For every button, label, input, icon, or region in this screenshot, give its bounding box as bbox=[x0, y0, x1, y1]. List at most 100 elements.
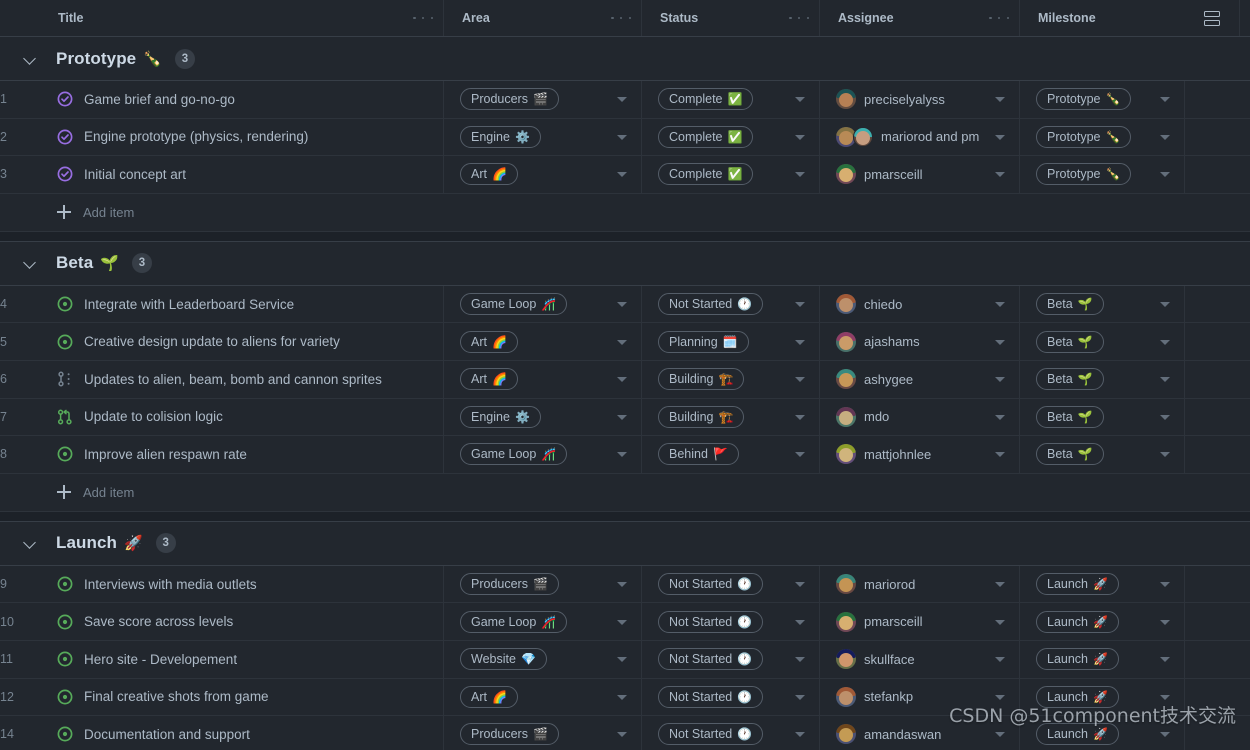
milestone-pill[interactable]: Launch 🚀 bbox=[1036, 610, 1119, 633]
status-pill[interactable]: Not Started 🕐 bbox=[658, 293, 764, 316]
assignee-cell[interactable]: pmarsceill bbox=[820, 603, 1020, 640]
status-cell[interactable]: Complete ✅ bbox=[642, 81, 820, 118]
status-pill[interactable]: Complete ✅ bbox=[658, 163, 754, 186]
milestone-dropdown-caret[interactable] bbox=[1160, 414, 1170, 420]
status-pill[interactable]: Not Started 🕐 bbox=[658, 685, 764, 708]
area-cell[interactable]: Producers 🎬 bbox=[444, 81, 642, 118]
status-dropdown-caret[interactable] bbox=[795, 172, 805, 178]
status-dropdown-caret[interactable] bbox=[795, 97, 805, 103]
milestone-pill[interactable]: Beta 🌱 bbox=[1036, 405, 1104, 428]
status-dropdown-caret[interactable] bbox=[795, 619, 805, 625]
assignee-cell[interactable]: skullface bbox=[820, 640, 1020, 678]
area-cell[interactable]: Engine ⚙️ bbox=[444, 398, 642, 436]
milestone-cell[interactable]: Beta 🌱 bbox=[1020, 323, 1185, 360]
status-pill[interactable]: Not Started 🕐 bbox=[658, 723, 764, 746]
milestone-pill[interactable]: Launch 🚀 bbox=[1036, 685, 1119, 708]
area-dropdown-caret[interactable] bbox=[617, 619, 627, 625]
title-cell[interactable]: 5 Creative design update to aliens for v… bbox=[0, 323, 444, 360]
area-cell[interactable]: Game Loop 🎢 bbox=[444, 603, 642, 640]
table-row[interactable]: 6 Updates to alien, beam, bomb and canno… bbox=[0, 360, 1250, 399]
milestone-pill[interactable]: Launch 🚀 bbox=[1036, 573, 1119, 596]
status-dropdown-caret[interactable] bbox=[795, 452, 805, 458]
title-cell[interactable]: 14 Documentation and support bbox=[0, 716, 444, 750]
area-cell[interactable]: Game Loop 🎢 bbox=[444, 285, 642, 323]
status-dropdown-caret[interactable] bbox=[795, 732, 805, 738]
table-row[interactable]: 12 Final creative shots from game Art 🌈 … bbox=[0, 678, 1250, 717]
assignee-dropdown-caret[interactable] bbox=[995, 619, 1005, 625]
assignee-cell[interactable]: chiedo bbox=[820, 285, 1020, 323]
milestone-dropdown-caret[interactable] bbox=[1160, 97, 1170, 103]
milestone-cell[interactable]: Prototype 🍾 bbox=[1020, 81, 1185, 118]
assignee-dropdown-caret[interactable] bbox=[995, 657, 1005, 663]
status-pill[interactable]: Building 🏗️ bbox=[658, 368, 745, 391]
assignee-cell[interactable]: ashygee bbox=[820, 360, 1020, 398]
status-dropdown-caret[interactable] bbox=[795, 414, 805, 420]
assignee-dropdown-caret[interactable] bbox=[995, 582, 1005, 588]
title-cell[interactable]: 1 Game brief and go-no-go bbox=[0, 81, 444, 118]
assignee-dropdown-caret[interactable] bbox=[995, 377, 1005, 383]
table-row[interactable]: 2 Engine prototype (physics, rendering) … bbox=[0, 118, 1250, 157]
column-menu-icon-area[interactable] bbox=[611, 10, 631, 26]
area-cell[interactable]: Website 💎 bbox=[444, 640, 642, 678]
milestone-cell[interactable]: Launch 🚀 bbox=[1020, 678, 1185, 716]
status-cell[interactable]: Behind 🚩 bbox=[642, 436, 820, 473]
assignee-cell[interactable]: preciselyalyss bbox=[820, 81, 1020, 118]
area-cell[interactable]: Producers 🎬 bbox=[444, 716, 642, 750]
title-cell[interactable]: 3 Initial concept art bbox=[0, 156, 444, 193]
assignee-cell[interactable]: ajashams bbox=[820, 323, 1020, 360]
area-dropdown-caret[interactable] bbox=[617, 172, 627, 178]
area-pill[interactable]: Art 🌈 bbox=[460, 368, 518, 391]
milestone-pill[interactable]: Prototype 🍾 bbox=[1036, 125, 1132, 148]
area-pill[interactable]: Website 💎 bbox=[460, 648, 547, 671]
milestone-dropdown-caret[interactable] bbox=[1160, 134, 1170, 140]
milestone-cell[interactable]: Prototype 🍾 bbox=[1020, 118, 1185, 156]
chevron-down-icon[interactable] bbox=[20, 253, 40, 273]
milestone-cell[interactable]: Launch 🚀 bbox=[1020, 716, 1185, 750]
table-row[interactable]: 14 Documentation and support Producers 🎬… bbox=[0, 716, 1250, 750]
assignee-dropdown-caret[interactable] bbox=[995, 694, 1005, 700]
area-pill[interactable]: Producers 🎬 bbox=[460, 723, 559, 746]
assignee-cell[interactable]: amandaswan bbox=[820, 716, 1020, 750]
milestone-dropdown-caret[interactable] bbox=[1160, 377, 1170, 383]
table-row[interactable]: 1 Game brief and go-no-go Producers 🎬 Co… bbox=[0, 81, 1250, 119]
area-pill[interactable]: Art 🌈 bbox=[460, 685, 518, 708]
milestone-pill[interactable]: Prototype 🍾 bbox=[1036, 163, 1132, 186]
milestone-cell[interactable]: Launch 🚀 bbox=[1020, 565, 1185, 603]
status-cell[interactable]: Not Started 🕐 bbox=[642, 640, 820, 678]
status-cell[interactable]: Not Started 🕐 bbox=[642, 285, 820, 323]
status-cell[interactable]: Complete ✅ bbox=[642, 156, 820, 193]
assignee-cell[interactable]: pmarsceill bbox=[820, 156, 1020, 193]
milestone-pill[interactable]: Beta 🌱 bbox=[1036, 368, 1104, 391]
status-cell[interactable]: Planning 🗓️ bbox=[642, 323, 820, 360]
milestone-pill[interactable]: Beta 🌱 bbox=[1036, 293, 1104, 316]
group-header-beta[interactable]: Beta 🌱 3 bbox=[0, 241, 1250, 286]
status-cell[interactable]: Not Started 🕐 bbox=[642, 716, 820, 750]
group-header-prototype[interactable]: Prototype 🍾 3 bbox=[0, 37, 1250, 81]
status-cell[interactable]: Not Started 🕐 bbox=[642, 565, 820, 603]
table-row[interactable]: 5 Creative design update to aliens for v… bbox=[0, 323, 1250, 361]
chevron-down-icon[interactable] bbox=[20, 533, 40, 553]
status-cell[interactable]: Building 🏗️ bbox=[642, 360, 820, 398]
column-header-title[interactable]: Title bbox=[0, 0, 444, 36]
milestone-dropdown-caret[interactable] bbox=[1160, 339, 1170, 345]
area-cell[interactable]: Art 🌈 bbox=[444, 156, 642, 193]
milestone-cell[interactable]: Beta 🌱 bbox=[1020, 285, 1185, 323]
status-cell[interactable]: Building 🏗️ bbox=[642, 398, 820, 436]
title-cell[interactable]: 10 Save score across levels bbox=[0, 603, 444, 640]
area-dropdown-caret[interactable] bbox=[617, 657, 627, 663]
area-cell[interactable]: Game Loop 🎢 bbox=[444, 436, 642, 473]
add-item-button[interactable]: Add item bbox=[0, 474, 1250, 512]
assignee-dropdown-caret[interactable] bbox=[995, 134, 1005, 140]
assignee-cell[interactable]: mariorod and pm bbox=[820, 118, 1020, 156]
status-cell[interactable]: Complete ✅ bbox=[642, 118, 820, 156]
area-cell[interactable]: Engine ⚙️ bbox=[444, 118, 642, 156]
area-cell[interactable]: Art 🌈 bbox=[444, 678, 642, 716]
table-row[interactable]: 9 Interviews with media outlets Producer… bbox=[0, 565, 1250, 604]
status-pill[interactable]: Building 🏗️ bbox=[658, 405, 745, 428]
assignee-cell[interactable]: mariorod bbox=[820, 565, 1020, 603]
table-row[interactable]: 8 Improve alien respawn rate Game Loop 🎢… bbox=[0, 436, 1250, 474]
area-dropdown-caret[interactable] bbox=[617, 732, 627, 738]
table-row[interactable]: 7 Update to colision logic Engine ⚙️ Bui… bbox=[0, 398, 1250, 437]
title-cell[interactable]: 6 Updates to alien, beam, bomb and canno… bbox=[0, 360, 444, 398]
table-row[interactable]: 3 Initial concept art Art 🌈 Complete ✅ p… bbox=[0, 156, 1250, 194]
